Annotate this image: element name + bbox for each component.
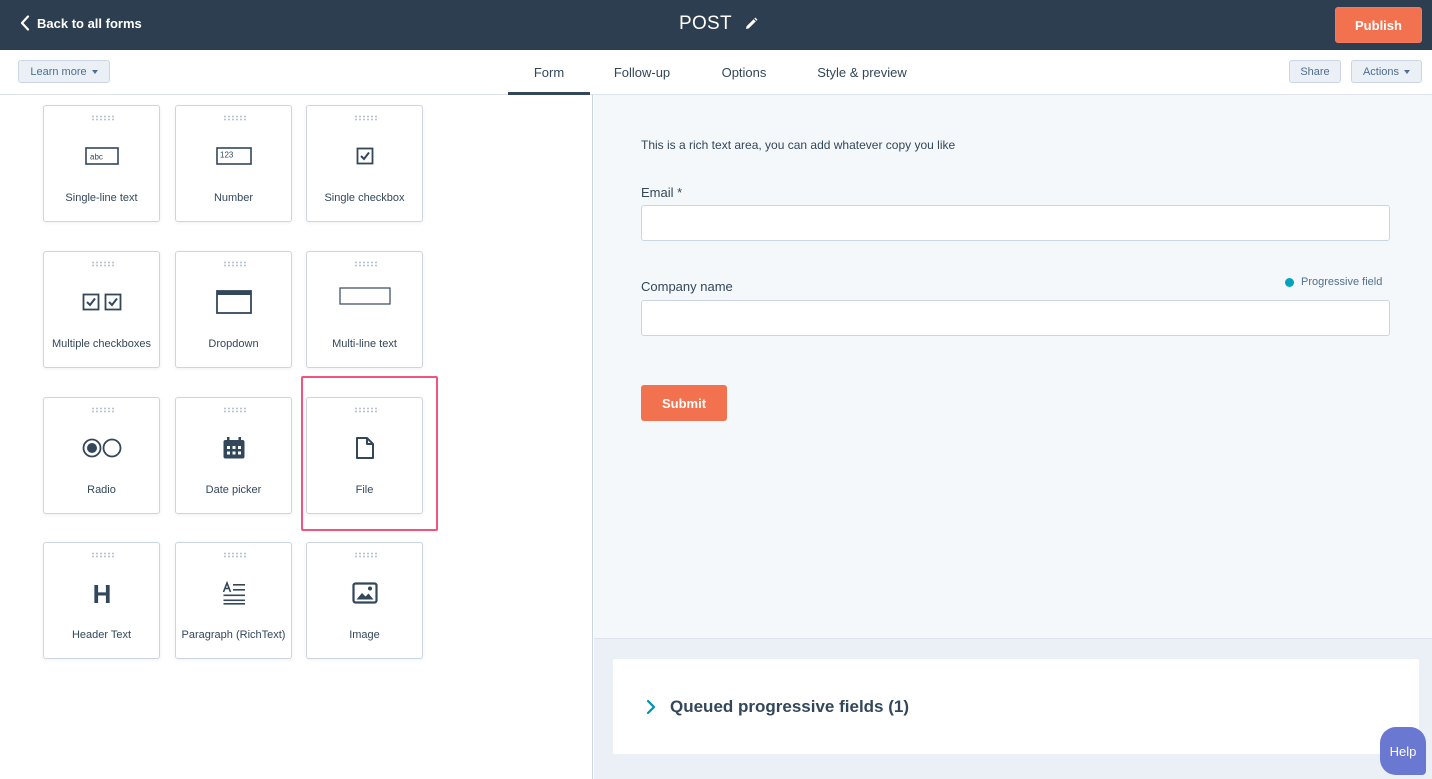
queued-progressive-fields-toggle[interactable]: Queued progressive fields (1) [613, 659, 1419, 754]
form-title-area: POST [679, 13, 758, 35]
email-label: Email * [641, 185, 683, 200]
queued-progressive-fields-title: Queued progressive fields (1) [670, 696, 910, 716]
field-label: Date picker [205, 484, 262, 496]
back-label: Back to all forms [37, 15, 142, 31]
multiple-checkboxes-icon [44, 288, 159, 316]
pencil-icon[interactable] [744, 17, 758, 31]
drag-handle-icon[interactable] [354, 261, 378, 267]
field-number[interactable]: 123 Number [175, 105, 292, 222]
abc-text: abc [90, 153, 103, 162]
field-date-picker[interactable]: Date picker [175, 397, 292, 514]
dropdown-icon [176, 288, 291, 316]
publish-button[interactable]: Publish [1335, 7, 1422, 43]
drag-handle-icon[interactable] [91, 552, 115, 558]
drag-handle-icon[interactable] [91, 407, 115, 413]
image-icon [307, 579, 422, 607]
field-label: Multiple checkboxes [51, 338, 152, 350]
form-title: POST [679, 13, 732, 34]
drag-handle-icon[interactable] [354, 552, 378, 558]
field-multi-line-text[interactable]: Multi-line text [306, 251, 423, 368]
field-header-text[interactable]: H Header Text [43, 542, 160, 659]
number-icon: 123 [176, 142, 291, 170]
tab-options[interactable]: Options [694, 50, 794, 95]
number-text: 123 [220, 151, 234, 160]
queued-section: Queued progressive fields (1) [594, 638, 1432, 779]
file-icon [307, 434, 422, 462]
progressive-dot-icon [1285, 277, 1294, 287]
caret-down-icon [91, 69, 98, 74]
drag-handle-icon[interactable] [223, 552, 247, 558]
field-dropdown[interactable]: Dropdown [175, 251, 292, 368]
learn-more-label: Learn more [30, 65, 87, 78]
field-label: Radio [87, 484, 116, 496]
company-name-field[interactable] [641, 300, 1390, 336]
tab-bar: Form Follow-up Options Style & preview [508, 50, 930, 95]
field-label: Header Text [71, 629, 132, 641]
tab-form[interactable]: Form [508, 50, 590, 95]
drag-handle-icon[interactable] [223, 115, 247, 121]
rich-text-area[interactable]: This is a rich text area, you can add wh… [641, 138, 955, 152]
sub-navigation: Learn more Form Follow-up Options Style … [0, 50, 1432, 95]
field-label: Dropdown [208, 338, 259, 350]
tab-style-preview[interactable]: Style & preview [794, 50, 930, 95]
progressive-field-label: Progressive field [1301, 276, 1383, 288]
multi-line-text-icon [307, 282, 422, 310]
drag-handle-icon[interactable] [223, 261, 247, 267]
email-field[interactable] [641, 205, 1390, 241]
radio-icon [44, 434, 159, 462]
form-preview: This is a rich text area, you can add wh… [594, 95, 1432, 638]
field-label: Single-line text [65, 192, 138, 204]
field-label: Single checkbox [324, 192, 405, 204]
calendar-icon [176, 434, 291, 462]
actions-label: Actions [1362, 65, 1400, 78]
field-label: Number [213, 192, 254, 204]
top-bar: Back to all forms POST Publish [0, 0, 1432, 50]
drag-handle-icon[interactable] [91, 115, 115, 121]
actions-button[interactable]: Actions [1351, 60, 1422, 83]
field-file[interactable]: File [306, 397, 423, 514]
drag-handle-icon[interactable] [354, 407, 378, 413]
header-icon: H [44, 579, 159, 607]
learn-more-button[interactable]: Learn more [18, 60, 110, 83]
paragraph-icon [176, 579, 291, 607]
drag-handle-icon[interactable] [91, 261, 115, 267]
company-name-label: Company name [641, 279, 733, 294]
field-multiple-checkboxes[interactable]: Multiple checkboxes [43, 251, 160, 368]
field-label: Multi-line text [332, 338, 397, 350]
single-line-text-icon: abc [44, 142, 159, 170]
chevron-left-icon [20, 15, 30, 31]
drag-handle-icon[interactable] [223, 407, 247, 413]
chevron-right-icon [646, 699, 656, 714]
field-single-line-text[interactable]: abc Single-line text [43, 105, 160, 222]
field-palette: abc Single-line text 123 Number Single c… [0, 95, 593, 779]
tab-follow-up[interactable]: Follow-up [590, 50, 694, 95]
field-label: File [355, 484, 374, 496]
help-button[interactable]: Help [1380, 727, 1426, 775]
field-label: Image [349, 629, 380, 641]
share-button[interactable]: Share [1289, 60, 1341, 83]
caret-down-icon [1404, 69, 1411, 74]
field-single-checkbox[interactable]: Single checkbox [306, 105, 423, 222]
back-to-forms-link[interactable]: Back to all forms [20, 15, 142, 31]
progressive-field-indicator: Progressive field [1285, 276, 1382, 288]
field-radio[interactable]: Radio [43, 397, 160, 514]
submit-button[interactable]: Submit [641, 385, 727, 421]
header-glyph: H [92, 579, 111, 607]
single-checkbox-icon [307, 142, 422, 170]
field-paragraph-richtext[interactable]: Paragraph (RichText) [175, 542, 292, 659]
field-label: Paragraph (RichText) [181, 629, 286, 641]
drag-handle-icon[interactable] [354, 115, 378, 121]
field-image[interactable]: Image [306, 542, 423, 659]
